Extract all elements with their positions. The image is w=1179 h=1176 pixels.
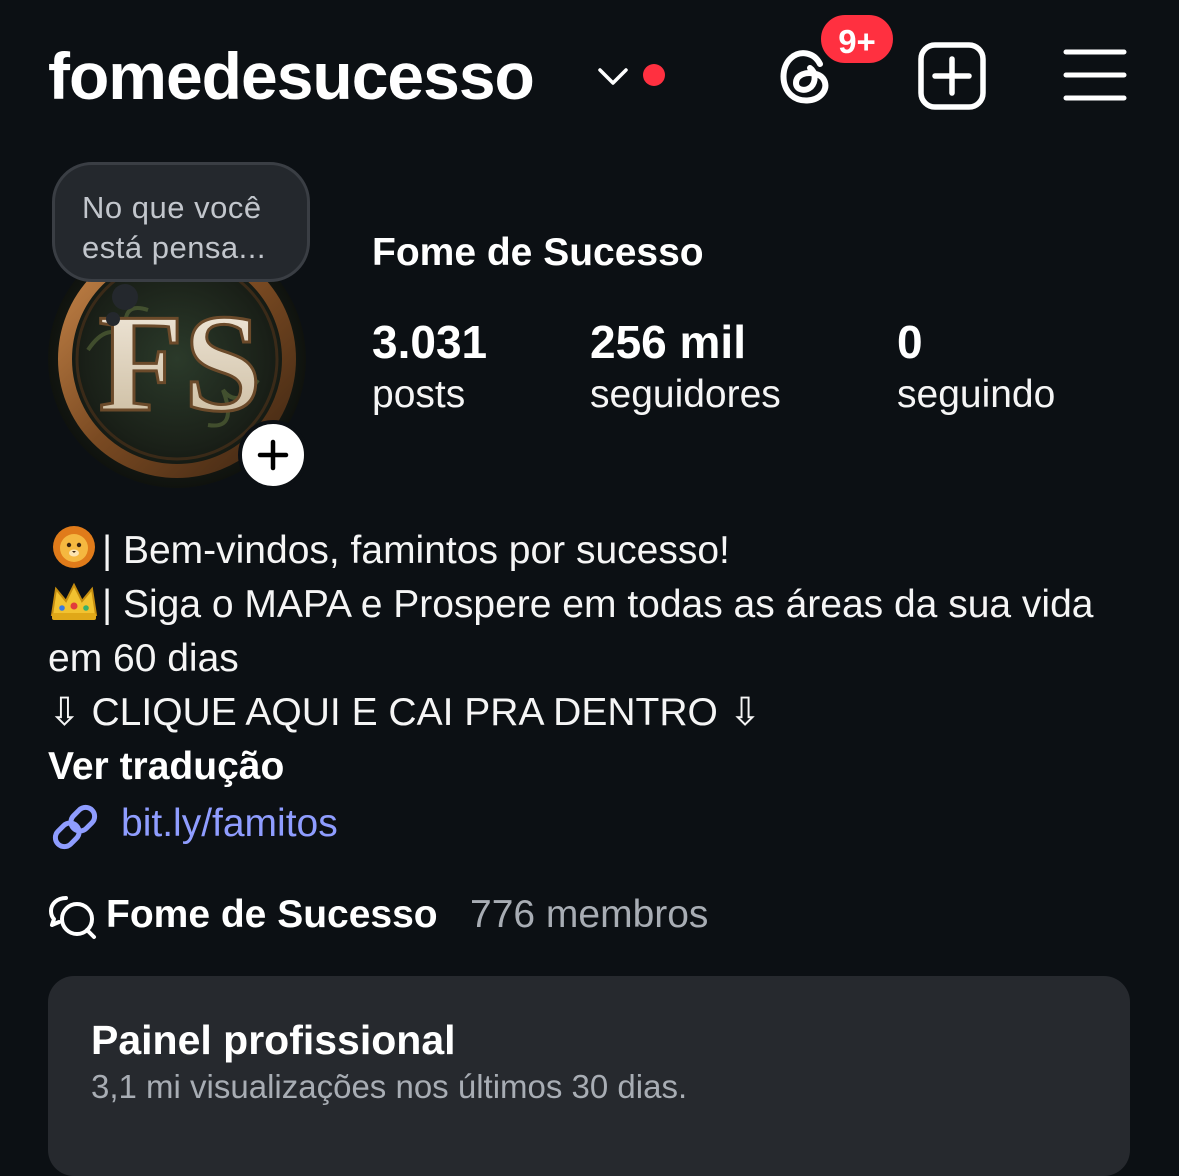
channel-name: Fome de Sucesso — [106, 893, 438, 936]
lion-emoji-icon — [53, 526, 95, 568]
bio-line-2-text: | Siga o MAPA e Prospere em todas as áre… — [48, 583, 1094, 680]
create-post-icon[interactable] — [916, 40, 988, 112]
chat-bubbles-icon — [49, 896, 96, 939]
bio-line-2: | Siga o MAPA e Prospere em todas as áre… — [48, 578, 1138, 686]
chevron-down-icon[interactable] — [596, 62, 630, 90]
plus-icon — [257, 439, 289, 471]
bio-link-text[interactable]: bit.ly/famitos — [121, 796, 338, 852]
bio-line-1: | Bem-vindos, famintos por sucesso! — [48, 524, 1138, 578]
display-name: Fome de Sucesso — [372, 231, 704, 274]
stat-posts[interactable]: 3.031 posts — [372, 314, 487, 420]
hamburger-menu-icon[interactable] — [1062, 46, 1128, 104]
username-switcher[interactable]: fomedesucesso — [48, 36, 535, 116]
add-story-button[interactable] — [238, 420, 308, 490]
stat-following-label: seguindo — [897, 373, 1056, 416]
link-icon — [52, 804, 98, 850]
stat-following[interactable]: 0 seguindo — [897, 314, 1055, 420]
bio-line-3: ⇩ CLIQUE AQUI E CAI PRA DENTRO ⇩ — [48, 691, 762, 734]
crown-emoji-icon — [50, 582, 98, 620]
channel-members-count: 776 membros — [470, 893, 709, 936]
professional-dashboard-card[interactable]: Painel profissional 3,1 mi visualizações… — [48, 976, 1130, 1176]
translate-button[interactable]: Ver tradução — [48, 740, 284, 794]
stat-followers-value: 256 mil — [590, 316, 746, 368]
note-bubble-tail-small — [106, 312, 120, 326]
stat-followers-label: seguidores — [590, 373, 781, 416]
bio[interactable]: | Bem-vindos, famintos por sucesso! | Si… — [48, 524, 1138, 740]
stat-posts-label: posts — [372, 373, 466, 416]
bio-line-1-text: | Bem-vindos, famintos por sucesso! — [102, 529, 730, 572]
threads-notification-badge: 9+ — [818, 12, 896, 66]
notification-dot — [643, 64, 665, 86]
note-placeholder-text: No que você está pensa... — [82, 190, 267, 265]
professional-dashboard-subtitle: 3,1 mi visualizações nos últimos 30 dias… — [91, 1068, 688, 1105]
stat-following-value: 0 — [897, 316, 923, 368]
stat-followers[interactable]: 256 mil seguidores — [590, 314, 781, 420]
stat-posts-value: 3.031 — [372, 316, 488, 368]
professional-dashboard-title: Painel profissional — [91, 1017, 456, 1063]
note-bubble-tail — [112, 284, 138, 310]
